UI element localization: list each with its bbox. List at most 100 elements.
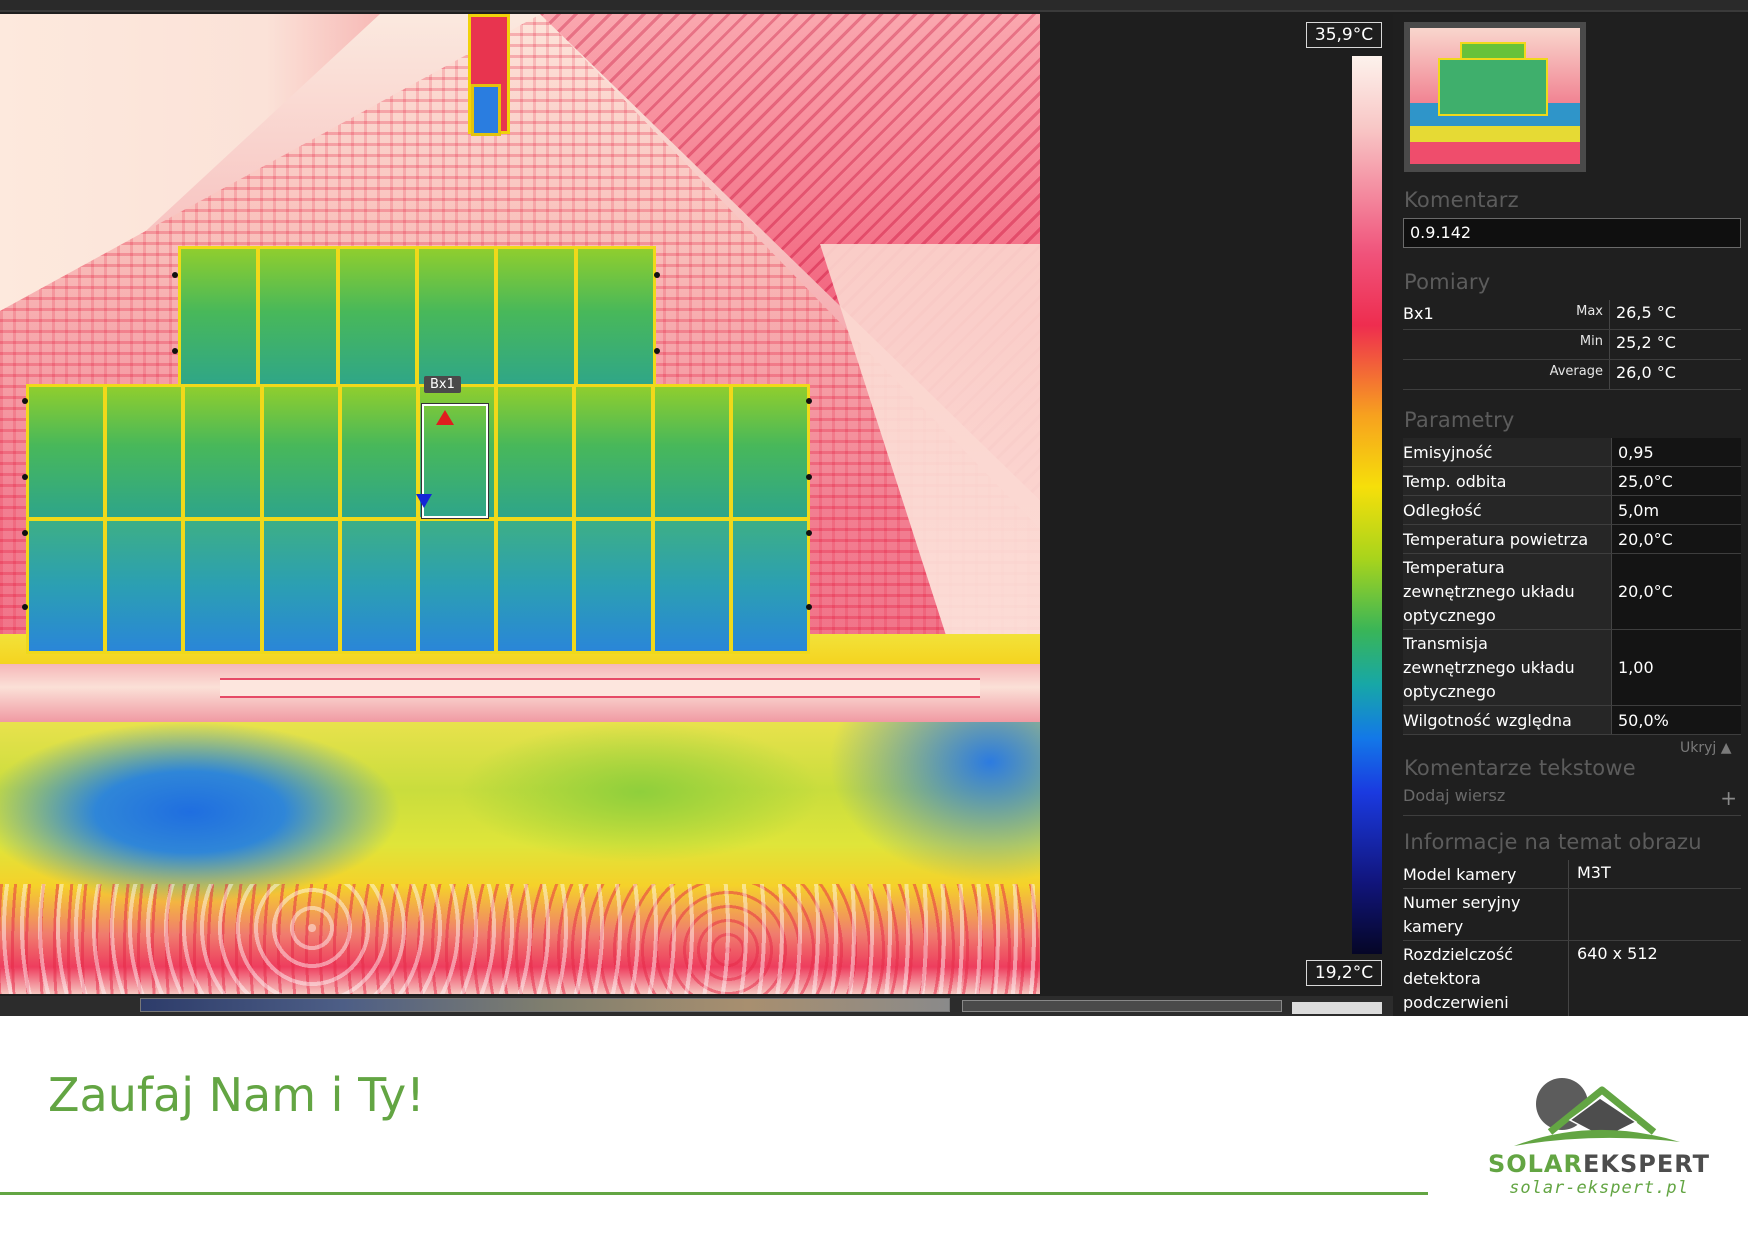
solar-panel (107, 387, 182, 517)
row-label-line: zewnętrznego układu (1403, 658, 1575, 677)
parameter-row[interactable]: Temperatura zewnętrznego układu optycznego… (1403, 554, 1741, 630)
panel-mount-clip (22, 398, 28, 404)
info-label: Numer seryjny kamery (1403, 891, 1520, 939)
panel-mount-clip (806, 604, 812, 610)
panel-mount-clip (22, 604, 28, 610)
solar-panel (29, 521, 104, 651)
row-label-line: Temperatura (1403, 558, 1505, 577)
row-label-line: podczerwieni (1403, 993, 1509, 1012)
solar-panel (263, 387, 338, 517)
footer-divider (0, 1192, 1428, 1195)
palette-max-temp[interactable]: 35,9°C (1306, 22, 1382, 48)
thermal-image[interactable]: Bx1 (0, 14, 1040, 994)
parameter-row[interactable]: Odległość 5,0m (1403, 496, 1741, 525)
measurement-box-label: Bx1 (424, 376, 461, 393)
parameters-section-title: Parametry (1404, 408, 1515, 432)
parameter-row[interactable]: Emisyjność 0,95 (1403, 438, 1741, 467)
row-label-line: Numer seryjny (1403, 893, 1521, 912)
palette-min-temp[interactable]: 19,2°C (1306, 960, 1382, 986)
solar-panels-upper-row (178, 246, 656, 392)
info-value: M3T (1568, 860, 1741, 888)
panel-mount-clip (172, 272, 178, 278)
measurement-type-label: Max (1576, 304, 1603, 319)
parameter-label: Temperatura zewnętrznego układu optycznego (1403, 556, 1575, 628)
solar-panel (498, 521, 573, 651)
parameter-value[interactable]: 50,0% (1611, 706, 1741, 734)
add-row-button[interactable]: Dodaj wiersz + (1403, 786, 1741, 816)
slogan: Zaufaj Nam i Ty! (48, 1068, 425, 1122)
logo-wordmark-ekspert: EKSPERT (1583, 1150, 1711, 1178)
parameter-value[interactable]: 1,00 (1611, 630, 1741, 705)
parameter-label: Odległość (1403, 501, 1482, 520)
row-label-line: Transmisja (1403, 634, 1488, 653)
solar-panel (577, 249, 653, 389)
parameter-label: Emisyjność (1403, 443, 1493, 462)
solar-panel (341, 521, 416, 651)
solar-panel (732, 521, 807, 651)
plus-icon[interactable]: + (1720, 786, 1737, 810)
thumbnail-preview (1410, 28, 1580, 164)
measurement-value: 26,5 °C (1609, 300, 1741, 329)
logo-url: solar-ekspert.pl (1509, 1178, 1689, 1198)
timeline-slider[interactable] (140, 998, 950, 1012)
row-label-line: kamery (1403, 917, 1464, 936)
parameter-row[interactable]: Transmisja zewnętrznego układu optycznego 1… (1403, 630, 1741, 706)
thermal-gutter-pipe (220, 678, 980, 698)
solar-panel (654, 387, 729, 517)
solar-panel (576, 387, 651, 517)
panel-mount-clip (806, 398, 812, 404)
parameter-value[interactable]: 25,0°C (1611, 467, 1741, 495)
parameter-row[interactable]: Wilgotność względna 50,0% (1403, 706, 1741, 735)
solar-panel (341, 387, 416, 517)
image-thumbnail[interactable] (1404, 22, 1586, 172)
parameter-value[interactable]: 0,95 (1611, 438, 1741, 466)
color-palette-bar[interactable] (1352, 56, 1382, 954)
max-temp-marker-icon (436, 410, 454, 425)
solar-panel (185, 387, 260, 517)
parameter-value[interactable]: 20,0°C (1611, 554, 1741, 629)
measurement-row: Average 26,0 °C (1403, 360, 1741, 390)
parameter-value[interactable]: 20,0°C (1611, 525, 1741, 553)
row-label-line: optycznego (1403, 606, 1496, 625)
solar-panel (419, 249, 495, 389)
info-row: Numer seryjny kamery (1403, 889, 1741, 941)
panel-mount-clip (806, 530, 812, 536)
thermal-roof-window (471, 84, 501, 136)
solar-panel (654, 521, 729, 651)
measurements-section-title: Pomiary (1404, 270, 1491, 294)
parameter-value[interactable]: 5,0m (1611, 496, 1741, 524)
panel-mount-clip (654, 348, 660, 354)
parameter-row[interactable]: Temp. odbita 25,0°C (1403, 467, 1741, 496)
solar-panel (107, 521, 182, 651)
add-row-label: Dodaj wiersz (1403, 786, 1506, 805)
thermal-ground-texture (0, 884, 1040, 994)
thumbnail-panels (1438, 58, 1548, 116)
image-info-section-title: Informacje na temat obrazu (1404, 830, 1702, 854)
panel-mount-clip (22, 530, 28, 536)
parameter-label: Transmisja zewnętrznego układu optycznego (1403, 632, 1575, 704)
panel-mount-clip (806, 474, 812, 480)
comment-section-title: Komentarz (1404, 188, 1519, 212)
info-value: 640 x 512 (1568, 941, 1741, 1016)
row-label-line: detektora (1403, 969, 1481, 988)
info-row: Rozdzielczość detektora podczerwieni 640 x … (1403, 941, 1741, 1016)
measurement-value: 25,2 °C (1609, 330, 1741, 359)
solar-panel (419, 521, 495, 651)
measurement-type-label: Average (1549, 364, 1603, 379)
toolbar-button[interactable] (1292, 1002, 1382, 1014)
solar-panel (185, 521, 260, 651)
solar-panel (181, 249, 257, 389)
logo-wordmark: SOLAREKSPERT (1484, 1150, 1714, 1178)
measurement-name: Bx1 (1403, 304, 1434, 323)
hide-toggle[interactable]: Ukryj ▲ (1680, 740, 1732, 756)
panel-mount-clip (654, 272, 660, 278)
info-row: Model kamery M3T (1403, 860, 1741, 889)
parameter-label: Temp. odbita (1403, 472, 1507, 491)
info-label: Model kamery (1403, 865, 1517, 884)
comment-input[interactable]: 0.9.142 (1403, 218, 1741, 248)
toolbar-field[interactable] (962, 1000, 1282, 1012)
parameter-row[interactable]: Temperatura powietrza 20,0°C (1403, 525, 1741, 554)
solar-panel (339, 249, 415, 389)
measurement-type-label: Min (1579, 334, 1603, 349)
thermal-viewer-window: Bx1 35,9°C 19,2°C Komentarz 0.9.142 Pomi… (0, 0, 1748, 1016)
